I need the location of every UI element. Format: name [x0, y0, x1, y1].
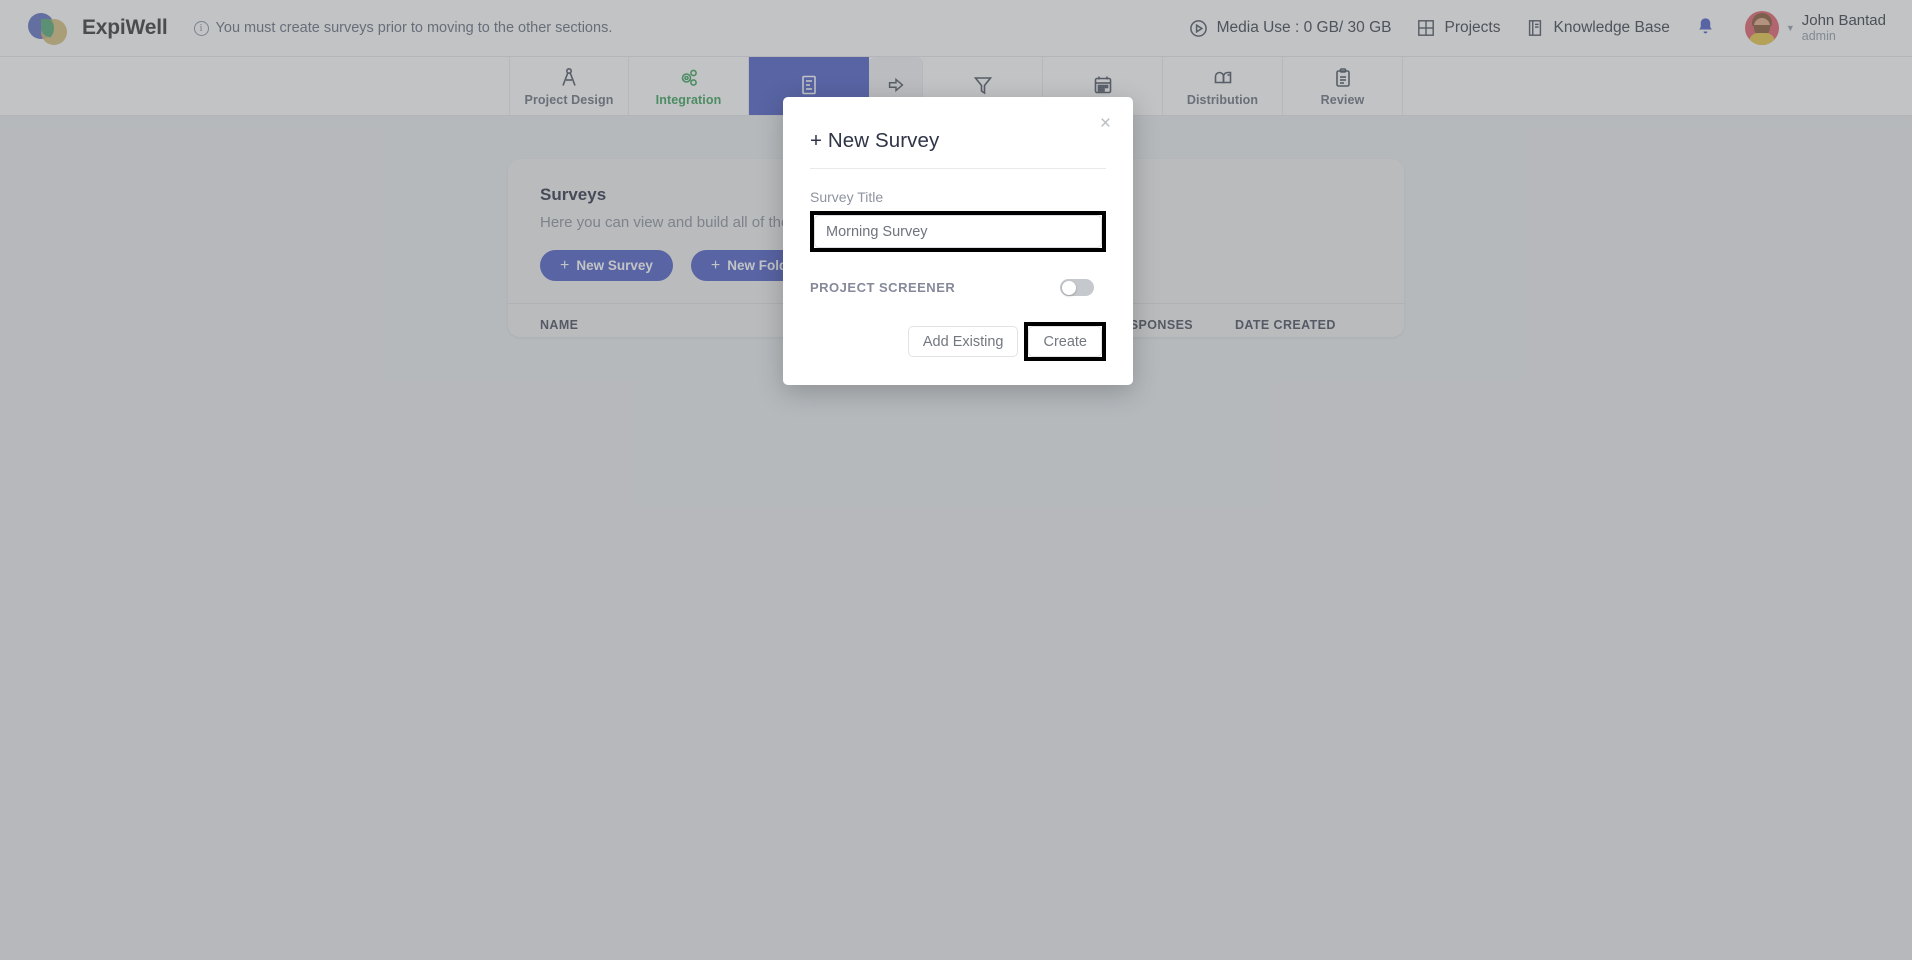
toggle-knob — [1061, 280, 1076, 295]
modal-divider — [810, 168, 1106, 169]
project-screener-row: PROJECT SCREENER — [810, 279, 1106, 296]
add-existing-button[interactable]: Add Existing — [907, 326, 1019, 357]
project-screener-label: PROJECT SCREENER — [810, 280, 956, 295]
close-icon[interactable]: × — [1100, 114, 1111, 133]
modal-title: + New Survey — [810, 129, 940, 152]
create-button-highlight: Create — [1024, 322, 1106, 361]
survey-title-highlight — [810, 211, 1106, 252]
new-survey-modal: × + New Survey Survey Title PROJECT SCRE… — [783, 97, 1133, 385]
survey-title-label: Survey Title — [810, 189, 884, 205]
create-button[interactable]: Create — [1028, 326, 1102, 357]
survey-title-input[interactable] — [814, 215, 1102, 248]
modal-footer: Add Existing Create — [810, 322, 1106, 361]
project-screener-toggle[interactable] — [1060, 279, 1094, 296]
